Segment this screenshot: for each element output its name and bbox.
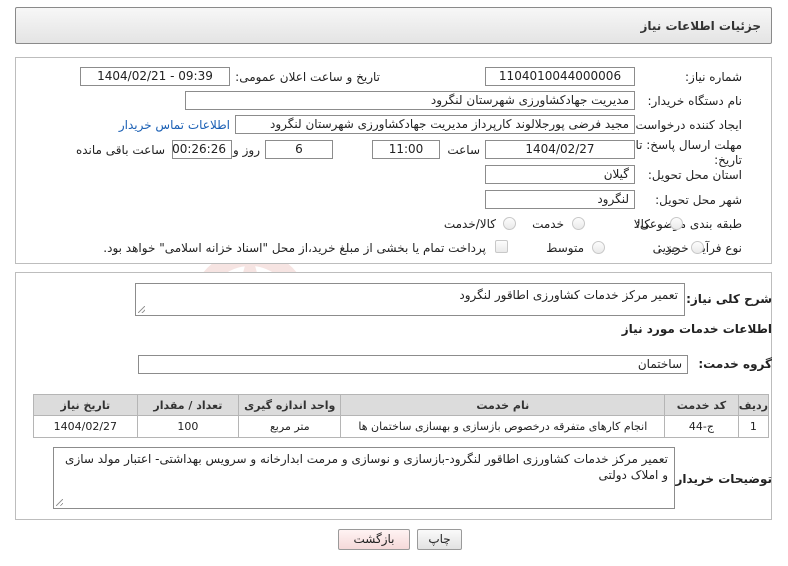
resize-grip-icon[interactable] xyxy=(56,499,63,506)
process-minor-label: جزیی xyxy=(652,241,680,255)
category-service-radio[interactable] xyxy=(572,217,585,230)
buyer-notes-label: توضیحات خریدار: xyxy=(670,472,772,486)
deadline-time-field: 11:00 xyxy=(372,140,440,159)
cell-name: انجام کارهای متفرقه درخصوص بازسازی و بهس… xyxy=(340,415,666,438)
table-row: 1 ج-44 انجام کارهای متفرقه درخصوص بازساز… xyxy=(33,415,770,438)
deadline-date-field: 1404/02/27 xyxy=(485,140,635,159)
days-field: 6 xyxy=(265,140,333,159)
cell-need-date: 1404/02/27 xyxy=(33,415,138,438)
treasury-payment-checkbox[interactable] xyxy=(495,240,508,253)
category-service-label: خدمت xyxy=(532,217,564,231)
services-section-title: اطلاعات خدمات مورد نیاز xyxy=(621,322,772,336)
page-header: جزئیات اطلاعات نیاز xyxy=(15,7,772,44)
summary-label: شرح کلی نیاز: xyxy=(686,292,772,306)
col-name: نام خدمت xyxy=(340,394,666,416)
city-label: شهر محل تحویل: xyxy=(655,193,742,207)
contact-buyer-link[interactable]: اطلاعات تماس خریدار xyxy=(119,118,230,132)
buyer-org-field: مدیریت جهادکشاورزی شهرستان لنگرود xyxy=(185,91,635,110)
back-button[interactable]: بازگشت xyxy=(338,529,410,550)
process-minor-radio[interactable] xyxy=(691,241,704,254)
buyer-notes-textarea[interactable]: تعمیر مرکز خدمات کشاورزی اطاقور لنگرود-ب… xyxy=(53,447,675,509)
province-label: استان محل تحویل: xyxy=(647,168,742,182)
cell-quantity: 100 xyxy=(136,415,240,438)
buyer-notes-text: تعمیر مرکز خدمات کشاورزی اطاقور لنگرود-ب… xyxy=(65,452,668,482)
deadline-label: مهلت ارسال پاسخ: تا تاریخ: xyxy=(632,138,742,168)
col-code: کد خدمت xyxy=(664,394,739,416)
requester-label: ایجاد کننده درخواست: xyxy=(631,118,742,132)
summary-textarea[interactable]: تعمیر مرکز خدمات کشاورزی اطاقور لنگرود xyxy=(135,283,685,316)
deadline-label-text: مهلت ارسال پاسخ: تا تاریخ: xyxy=(635,138,742,167)
services-table: ردیف کد خدمت نام خدمت واحد اندازه گیری ت… xyxy=(33,394,770,438)
announce-label: تاریخ و ساعت اعلان عمومی: xyxy=(235,70,380,84)
page-title: جزئیات اطلاعات نیاز xyxy=(640,19,761,33)
treasury-payment-note: پرداخت تمام یا بخشی از مبلغ خرید،از محل … xyxy=(103,241,486,255)
announce-value: 1404/02/21 - 09:39 xyxy=(97,69,213,83)
col-need-date: تاریخ نیاز xyxy=(33,394,138,416)
province-field: گیلان xyxy=(485,165,635,184)
need-number-label: شماره نیاز: xyxy=(685,70,742,84)
service-group-label: گروه خدمت: xyxy=(698,357,772,371)
category-goods-service-radio[interactable] xyxy=(503,217,516,230)
print-button[interactable]: چاپ xyxy=(417,529,462,550)
category-goods-service-label: کالا/خدمت xyxy=(443,217,496,231)
resize-grip-icon[interactable] xyxy=(138,306,145,313)
summary-text: تعمیر مرکز خدمات کشاورزی اطاقور لنگرود xyxy=(459,288,678,302)
cell-row: 1 xyxy=(737,415,770,438)
table-header-row: ردیف کد خدمت نام خدمت واحد اندازه گیری ت… xyxy=(33,394,770,416)
cell-code: ج-44 xyxy=(664,415,739,438)
col-unit: واحد اندازه گیری xyxy=(238,394,342,416)
buyer-org-label: نام دستگاه خریدار: xyxy=(647,94,743,108)
category-goods-radio[interactable] xyxy=(670,217,683,230)
need-number-field: 1104010044000006 xyxy=(485,67,635,86)
cell-unit: متر مربع xyxy=(238,415,342,438)
category-label: طبقه بندی موضوعی: xyxy=(635,217,742,231)
process-medium-label: متوسط xyxy=(546,241,584,255)
days-label: روز و xyxy=(233,143,260,157)
remaining-time-field: 00:26:26 xyxy=(172,140,232,159)
announce-field: 1404/02/21 - 09:39 xyxy=(80,67,230,86)
col-row: ردیف xyxy=(737,394,770,416)
category-goods-label: کالا xyxy=(633,217,650,231)
deadline-time-label: ساعت xyxy=(447,143,480,157)
col-quantity: تعداد / مقدار xyxy=(136,394,240,416)
requester-field: مجید فرضی پورجلالوند کارپرداز مدیریت جها… xyxy=(235,115,635,134)
remaining-label: ساعت باقی مانده xyxy=(75,143,165,157)
service-group-field: ساختمان xyxy=(138,355,688,374)
process-medium-radio[interactable] xyxy=(592,241,605,254)
city-field: لنگرود xyxy=(485,190,635,209)
